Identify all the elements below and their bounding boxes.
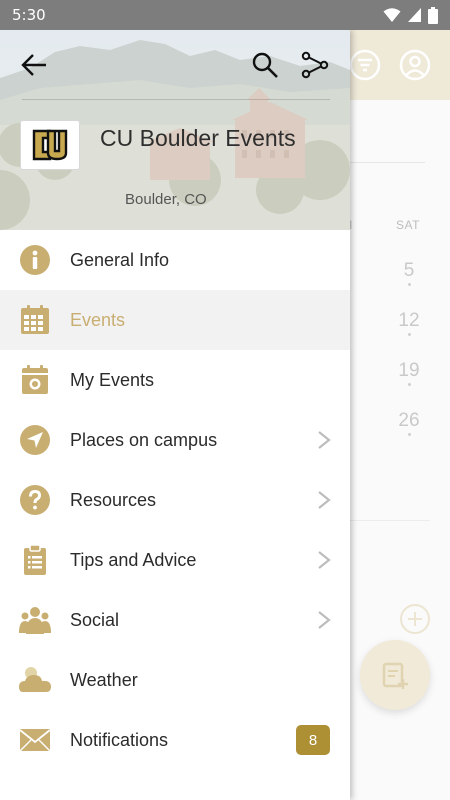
menu-item-label: Resources [70,489,157,510]
menu-item-label: Events [70,309,126,330]
calendar-day: 19 [398,360,420,381]
chevron-right-icon [318,431,331,449]
chevron-right-icon [318,611,331,629]
drawer-menu: General Info Events My Events Places on … [0,230,350,770]
add-event-fab [360,640,430,710]
menu-item-label: My Events [70,369,155,390]
menu-item-places-on-campus[interactable]: Places on campus [0,410,350,470]
add-note-icon [382,662,408,689]
calendar-day: 26 [398,410,420,431]
weekday-label: SAT [396,218,420,232]
my-events-icon [19,365,51,395]
share-button[interactable] [295,45,335,85]
profile-icon [399,49,431,81]
menu-item-label: Social [70,609,120,630]
battery-icon [428,6,438,24]
calendar-icon [19,305,51,335]
share-icon [301,51,329,79]
chevron-right-icon [318,551,331,569]
header-divider [22,99,330,100]
event-dot [408,333,411,336]
menu-item-tips-and-advice[interactable]: Tips and Advice [0,530,350,590]
search-icon [252,52,278,78]
status-icons [383,6,438,24]
event-dot [408,433,411,436]
org-name: CU Boulder Events [100,125,296,151]
menu-item-notifications[interactable]: Notifications 8 [0,710,350,770]
back-button[interactable] [14,45,54,85]
wifi-icon [383,8,401,22]
menu-item-my-events[interactable]: My Events [0,350,350,410]
cu-logo-icon [32,129,68,161]
status-bar: 5:30 [0,0,450,30]
navigation-icon [19,425,51,455]
menu-item-label: General Info [70,249,170,270]
menu-item-events[interactable]: Events [0,290,350,350]
menu-item-social[interactable]: Social [0,590,350,650]
clipboard-icon [19,544,51,575]
people-icon [19,605,51,635]
menu-item-label: Tips and Advice [70,549,197,570]
notification-count-badge: 8 [296,725,330,755]
filter-icon [349,49,381,81]
menu-item-general-info[interactable]: General Info [0,230,350,290]
info-icon [19,245,51,275]
chevron-right-icon [318,491,331,509]
search-button[interactable] [245,45,285,85]
event-dot [408,383,411,386]
background-tab-divider [350,162,425,163]
menu-item-label: Places on campus [70,429,218,450]
background-divider [350,520,430,521]
menu-item-resources[interactable]: Resources [0,470,350,530]
add-circle-icon [400,604,430,634]
question-icon [19,485,51,515]
navigation-drawer: CU Boulder Events Boulder, CO General In… [0,30,350,800]
org-location: Boulder, CO [125,191,207,208]
event-dot [408,283,411,286]
drawer-header: CU Boulder Events Boulder, CO [0,30,350,230]
menu-item-weather[interactable]: Weather [0,650,350,710]
menu-item-label: Notifications [70,729,169,750]
calendar-day: 5 [403,260,415,281]
drawer-top-bar [0,30,350,100]
menu-item-label: Weather [70,669,138,690]
mail-icon [19,725,51,755]
cloud-icon [19,665,51,695]
org-logo [20,120,80,170]
calendar-day: 12 [398,310,420,331]
cell-signal-icon [408,8,421,22]
status-time: 5:30 [12,6,46,24]
arrow-left-icon [21,54,46,76]
